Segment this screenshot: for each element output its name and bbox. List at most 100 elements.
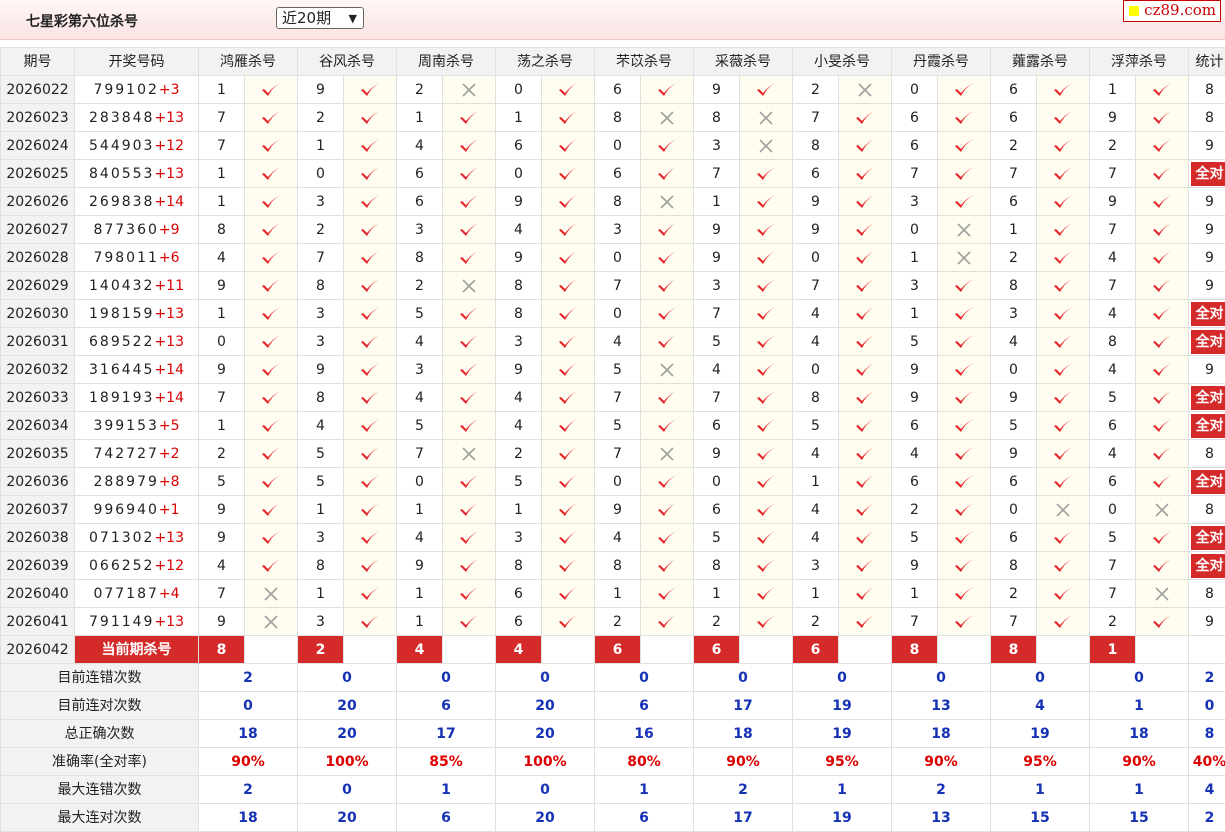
kill-number-cell: 4 bbox=[793, 328, 839, 356]
result-mark-cell bbox=[1136, 104, 1189, 132]
kill-number-cell: 9 bbox=[199, 356, 245, 384]
kill-number-cell: 5 bbox=[793, 412, 839, 440]
stat-cell: 8 bbox=[1189, 104, 1225, 132]
kill-number-cell: 3 bbox=[298, 524, 344, 552]
draw-extra: +13 bbox=[154, 306, 184, 322]
result-mark-cell bbox=[542, 216, 595, 244]
result-mark-cell bbox=[1037, 608, 1090, 636]
result-mark-cell bbox=[641, 580, 694, 608]
kill-number-cell: 8 bbox=[496, 552, 542, 580]
kill-number-cell: 1 bbox=[694, 580, 740, 608]
draw-number: 189193 bbox=[89, 390, 154, 406]
check-icon bbox=[1151, 557, 1173, 575]
result-mark-cell bbox=[938, 328, 991, 356]
cross-icon bbox=[262, 613, 280, 631]
check-icon bbox=[260, 445, 282, 463]
draw-number: 066252 bbox=[89, 558, 154, 574]
summary-value: 2 bbox=[892, 776, 991, 804]
summary-value: 90% bbox=[1090, 748, 1189, 776]
site-logo[interactable]: cz89.com bbox=[1123, 0, 1221, 22]
table-row: 2026030198159+131358074134全对 bbox=[1, 300, 1225, 328]
result-mark-cell bbox=[1136, 132, 1189, 160]
result-mark-cell bbox=[641, 216, 694, 244]
result-mark-cell bbox=[839, 496, 892, 524]
kill-number-cell: 6 bbox=[1090, 412, 1136, 440]
check-icon bbox=[557, 193, 579, 211]
result-mark-cell bbox=[938, 356, 991, 384]
kill-number-cell: 9 bbox=[496, 188, 542, 216]
result-mark-cell bbox=[542, 580, 595, 608]
stat-cell: 全对 bbox=[1189, 328, 1225, 356]
kill-number-cell: 2 bbox=[298, 216, 344, 244]
kill-number-cell: 5 bbox=[397, 300, 443, 328]
summary-value: 0 bbox=[892, 664, 991, 692]
kill-number-cell: 2 bbox=[793, 76, 839, 104]
result-mark-cell bbox=[938, 524, 991, 552]
kill-number-cell: 7 bbox=[1090, 272, 1136, 300]
result-mark-cell bbox=[245, 104, 298, 132]
kill-number-cell: 5 bbox=[892, 328, 938, 356]
result-mark-cell bbox=[1037, 300, 1090, 328]
all-correct-badge: 全对 bbox=[1191, 330, 1225, 354]
kill-number-cell: 4 bbox=[1090, 440, 1136, 468]
kill-number-cell: 6 bbox=[793, 160, 839, 188]
check-icon bbox=[953, 277, 975, 295]
check-icon bbox=[656, 529, 678, 547]
check-icon bbox=[854, 417, 876, 435]
check-icon bbox=[359, 221, 381, 239]
period-cell: 2026034 bbox=[1, 412, 75, 440]
result-mark-cell bbox=[1136, 524, 1189, 552]
kill-number-cell: 7 bbox=[793, 272, 839, 300]
draw-extra: +13 bbox=[154, 530, 184, 546]
kill-number-cell: 7 bbox=[892, 608, 938, 636]
check-icon bbox=[260, 165, 282, 183]
draw-cell: 071302+13 bbox=[75, 524, 199, 552]
header-draw: 开奖号码 bbox=[75, 48, 199, 76]
check-icon bbox=[755, 333, 777, 351]
kill-number-cell: 6 bbox=[991, 188, 1037, 216]
current-kill-number: 8 bbox=[199, 636, 245, 664]
check-icon bbox=[260, 193, 282, 211]
kill-number-cell: 8 bbox=[199, 216, 245, 244]
draw-extra: +6 bbox=[159, 250, 180, 266]
kill-number-cell: 1 bbox=[892, 244, 938, 272]
result-mark-cell bbox=[740, 216, 793, 244]
result-mark-cell bbox=[938, 160, 991, 188]
chevron-down-icon: ▼ bbox=[349, 9, 357, 29]
check-icon bbox=[1151, 305, 1173, 323]
result-mark-cell bbox=[839, 104, 892, 132]
result-mark-cell bbox=[344, 524, 397, 552]
kill-number-cell: 9 bbox=[496, 356, 542, 384]
stat-cell: 9 bbox=[1189, 132, 1225, 160]
kill-number-cell: 0 bbox=[694, 468, 740, 496]
check-icon bbox=[1151, 529, 1173, 547]
result-mark-cell bbox=[443, 412, 496, 440]
table-row: 2026027877360+982343990179 bbox=[1, 216, 1225, 244]
check-icon bbox=[953, 417, 975, 435]
kill-number-cell: 7 bbox=[694, 160, 740, 188]
summary-value: 0 bbox=[991, 664, 1090, 692]
kill-number-cell: 9 bbox=[892, 384, 938, 412]
kill-number-cell: 1 bbox=[595, 580, 641, 608]
result-mark-cell bbox=[344, 244, 397, 272]
check-icon bbox=[854, 277, 876, 295]
kill-number-cell: 4 bbox=[397, 524, 443, 552]
kill-number-cell: 7 bbox=[694, 384, 740, 412]
check-icon bbox=[1052, 109, 1074, 127]
period-cell: 2026032 bbox=[1, 356, 75, 384]
check-icon bbox=[260, 529, 282, 547]
kill-number-cell: 5 bbox=[595, 412, 641, 440]
period-select[interactable]: 近20期 ▼ bbox=[276, 7, 364, 29]
stat-count: 9 bbox=[1205, 614, 1214, 630]
check-icon bbox=[458, 557, 480, 575]
check-icon bbox=[1151, 277, 1173, 295]
table-row: 2026037996940+191119642008 bbox=[1, 496, 1225, 524]
kill-number-cell: 6 bbox=[397, 160, 443, 188]
kill-number-cell: 4 bbox=[793, 524, 839, 552]
result-mark-cell bbox=[938, 300, 991, 328]
summary-value: 15 bbox=[991, 804, 1090, 832]
check-icon bbox=[1151, 81, 1173, 99]
check-icon bbox=[1052, 585, 1074, 603]
draw-number: 799102 bbox=[93, 82, 158, 98]
header-expert: 周南杀号 bbox=[397, 48, 496, 76]
